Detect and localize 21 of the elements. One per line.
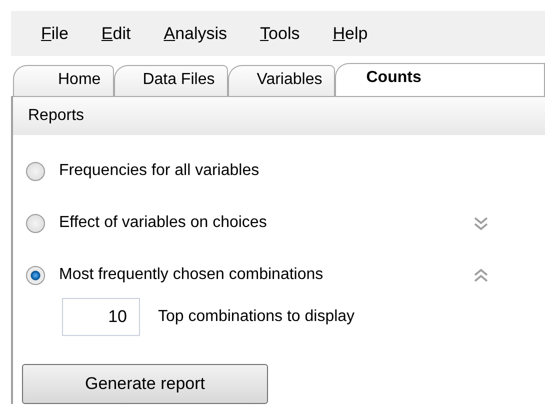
- collapse-icon[interactable]: [473, 266, 489, 284]
- tab[interactable]: Counts: [335, 63, 545, 96]
- field-label: Top combinations to display: [158, 308, 355, 326]
- menu-item[interactable]: Help: [332, 24, 368, 44]
- menu-item[interactable]: File: [41, 24, 68, 44]
- menu-item[interactable]: Analysis: [164, 24, 228, 44]
- number-field[interactable]: 10: [62, 298, 140, 336]
- radio-button[interactable]: [26, 162, 45, 180]
- tab[interactable]: Home: [13, 65, 114, 96]
- expand-icon[interactable]: [473, 214, 489, 232]
- generate-report-button[interactable]: Generate report: [22, 364, 268, 404]
- tab[interactable]: Data Files: [114, 65, 228, 96]
- tab[interactable]: Variables: [228, 65, 336, 96]
- option-label[interactable]: Effect of variables on choices: [59, 214, 267, 232]
- menu-item[interactable]: Edit: [101, 24, 131, 44]
- radio-button[interactable]: [26, 214, 45, 232]
- option-label[interactable]: Frequencies for all variables: [59, 162, 260, 180]
- option-label[interactable]: Most frequently chosen combinations: [59, 266, 324, 284]
- menu-item[interactable]: Tools: [260, 24, 300, 44]
- radio-button[interactable]: [26, 266, 45, 284]
- section-header: Reports: [13, 96, 545, 135]
